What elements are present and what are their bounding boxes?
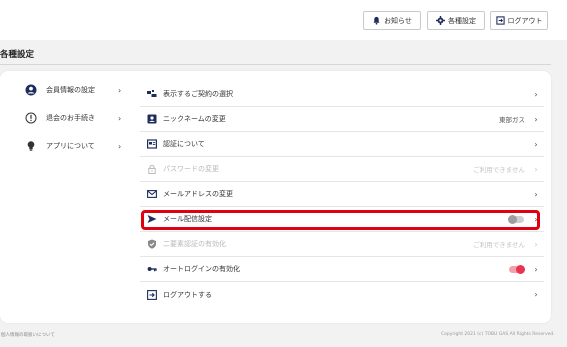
toggle-knob — [516, 264, 525, 274]
notice-label: お知らせ — [384, 16, 412, 25]
unavailable-text: ご利用できません — [473, 166, 525, 174]
lightbulb-icon — [25, 140, 37, 152]
row-label: ログアウトする — [163, 290, 212, 299]
row-label: 二要素認証の有効化 — [163, 240, 226, 248]
logout-icon — [147, 289, 157, 300]
gear-icon — [436, 16, 445, 25]
row-label: オートログインの有効化 — [163, 265, 240, 273]
chevron-right-icon: › — [534, 139, 538, 149]
auth-icon — [147, 139, 157, 149]
copyright-text: Copyright 2021 (c) TOBU GAS All Rights R… — [441, 332, 555, 337]
send-icon — [147, 214, 157, 224]
logout-button[interactable]: ログアウト — [490, 11, 548, 30]
divider — [0, 64, 551, 65]
menu-row-auto-login[interactable]: オートログインの有効化 › — [140, 257, 544, 282]
settings-button[interactable]: 各種設定 — [427, 11, 485, 30]
logout-icon — [495, 16, 505, 25]
menu-row-email-change[interactable]: メールアドレスの変更 › — [140, 182, 544, 207]
row-label: 表示するご契約の選択 — [163, 90, 233, 98]
user-circle-icon — [25, 84, 37, 96]
menu-row-logout[interactable]: ログアウトする › — [140, 282, 544, 307]
switch-icon — [147, 89, 157, 99]
toggle-knob — [508, 214, 517, 224]
chevron-right-icon: › — [534, 189, 538, 199]
chevron-right-icon: › — [534, 239, 538, 249]
chevron-right-icon: › — [534, 164, 538, 174]
page-title: 各種設定 — [0, 50, 35, 60]
sidebar-item-label: 会員情報の設定 — [46, 86, 95, 94]
chevron-right-icon: › — [534, 214, 538, 224]
mail-delivery-toggle[interactable] — [508, 214, 524, 224]
key-icon — [147, 264, 157, 274]
sidebar-item-member-settings[interactable]: 会員情報の設定 › — [25, 79, 125, 101]
shield-check-icon — [147, 239, 157, 249]
envelope-icon — [147, 189, 157, 199]
logout-label: ログアウト — [507, 16, 543, 25]
row-label: メール配信設定 — [163, 215, 212, 223]
exclamation-circle-icon — [25, 112, 37, 124]
menu-row-contract-selection[interactable]: 表示するご契約の選択 › — [140, 82, 544, 107]
menu-row-password: パスワードの変更 ご利用できません › — [140, 157, 544, 182]
auto-login-toggle[interactable] — [509, 264, 525, 274]
chevron-right-icon: › — [534, 264, 538, 274]
row-label: メールアドレスの変更 — [163, 190, 233, 198]
chevron-right-icon: › — [534, 114, 538, 124]
sidebar-item-label: アプリについて — [46, 142, 95, 150]
lock-icon — [147, 164, 157, 174]
chevron-right-icon: › — [118, 113, 122, 123]
menu-row-nickname[interactable]: ニックネームの変更 東部ガス › — [140, 107, 544, 132]
menu-row-mail-delivery[interactable]: メール配信設定 › — [140, 207, 544, 232]
settings-label: 各種設定 — [448, 16, 476, 25]
row-label: パスワードの変更 — [163, 165, 219, 173]
sidebar-item-label: 退会のお手続き — [46, 114, 95, 122]
chevron-right-icon: › — [534, 290, 538, 299]
menu-row-authentication[interactable]: 認証について › — [140, 132, 544, 157]
unavailable-text: ご利用できません — [473, 241, 525, 249]
menu-row-two-factor: 二要素認証の有効化 ご利用できません › — [140, 232, 544, 257]
privacy-link[interactable]: 個人情報の取扱いについて — [1, 332, 55, 338]
row-label: 認証について — [163, 140, 205, 148]
bell-icon — [372, 16, 381, 25]
row-label: ニックネームの変更 — [163, 115, 226, 123]
chevron-right-icon: › — [118, 141, 122, 151]
nickname-value: 東部ガス — [499, 116, 525, 124]
notice-button[interactable]: お知らせ — [363, 11, 421, 30]
id-card-icon — [147, 114, 157, 124]
chevron-right-icon: › — [118, 85, 122, 95]
sidebar-item-about-app[interactable]: アプリについて › — [25, 135, 125, 157]
top-header: お知らせ 各種設定 ログアウト — [0, 0, 567, 40]
chevron-right-icon: › — [534, 89, 538, 99]
sidebar-item-withdrawal[interactable]: 退会のお手続き › — [25, 107, 125, 129]
